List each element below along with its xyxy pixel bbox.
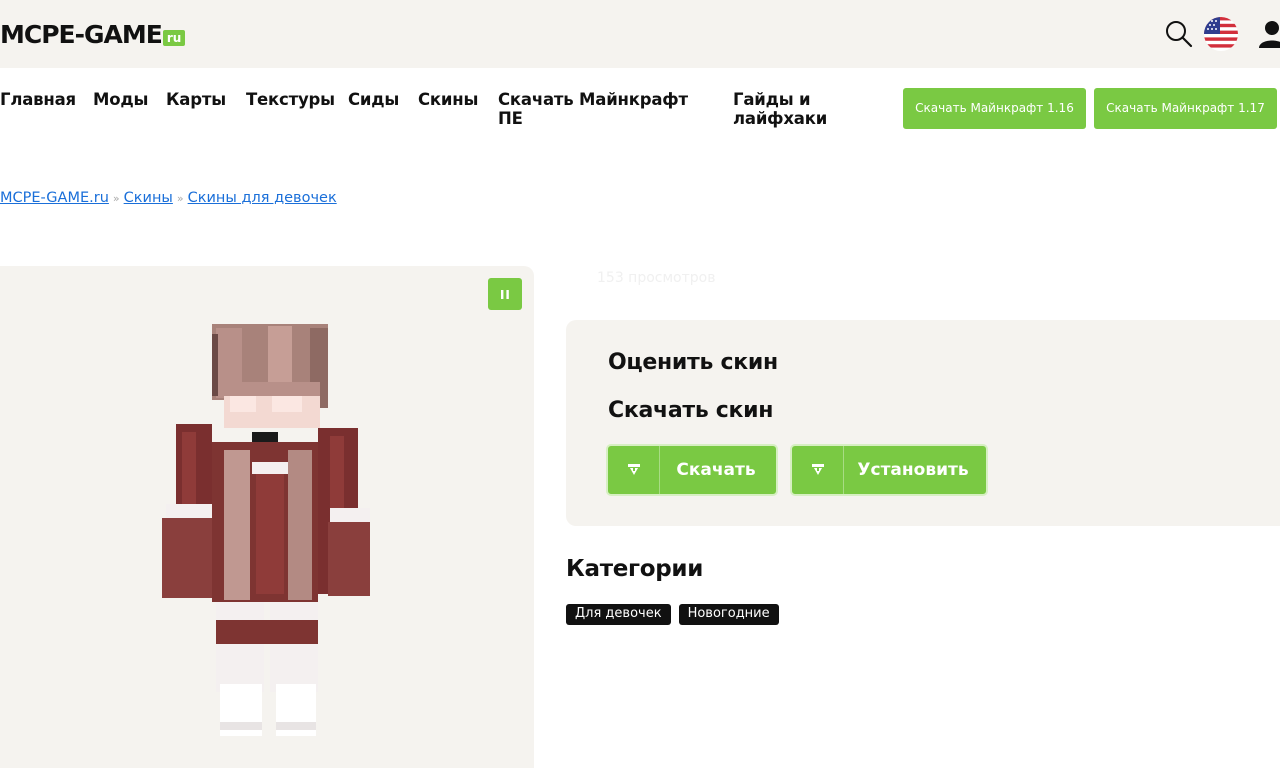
install-button-label: Установить <box>857 460 969 480</box>
nav-item-maps[interactable]: Карты <box>166 90 226 109</box>
nav-item-home[interactable]: Главная <box>0 90 76 109</box>
pause-button[interactable] <box>488 278 522 310</box>
breadcrumb-separator: » <box>176 192 184 205</box>
breadcrumb-home[interactable]: MCPE-GAME.ru <box>0 190 109 206</box>
nav-item-textures[interactable]: Текстуры <box>246 90 335 109</box>
skin-preview-image <box>162 324 370 736</box>
download-icon <box>608 446 660 494</box>
nav-item-mods[interactable]: Моды <box>93 90 148 109</box>
user-icon[interactable] <box>1258 20 1280 48</box>
breadcrumb-category[interactable]: Скины для девочек <box>188 190 337 206</box>
tag-new-year[interactable]: Новогодние <box>678 604 779 625</box>
views-count: 153 просмотров <box>597 270 716 286</box>
skin-viewer[interactable] <box>0 266 534 768</box>
category-tags: Для девочек Новогодние <box>566 604 779 625</box>
download-skin-title: Скачать скин <box>608 398 774 423</box>
us-flag-icon[interactable] <box>1204 17 1238 51</box>
categories-title: Категории <box>566 556 704 582</box>
rate-skin-title: Оценить скин <box>608 350 778 375</box>
nav-item-skins[interactable]: Скины <box>418 90 478 109</box>
breadcrumb-separator: » <box>112 192 120 205</box>
install-skin-button[interactable]: Установить <box>790 444 988 496</box>
download-skin-button[interactable]: Скачать <box>606 444 778 496</box>
site-logo[interactable]: MCPE-GAME ru <box>0 20 186 50</box>
nav-item-seeds[interactable]: Сиды <box>348 90 399 109</box>
download-117-button[interactable]: Скачать Майнкрафт 1.17 <box>1094 88 1277 129</box>
download-button-label: Скачать <box>676 460 756 480</box>
logo-text: MCPE-GAME <box>0 20 163 49</box>
download-icon <box>792 446 844 494</box>
tag-for-girls[interactable]: Для девочек <box>566 604 671 625</box>
breadcrumb: MCPE-GAME.ru» Скины» Скины для девочек <box>0 190 337 206</box>
header-icons <box>1164 14 1280 54</box>
pause-icon <box>501 289 509 299</box>
search-icon[interactable] <box>1164 19 1194 49</box>
nav-item-download-pe[interactable]: Скачать Майнкрафт ПЕ <box>498 90 703 128</box>
breadcrumb-skins[interactable]: Скины <box>124 190 173 206</box>
nav-item-guides[interactable]: Гайды и лайфхаки <box>733 90 843 128</box>
top-bar: MCPE-GAME ru <box>0 0 1280 68</box>
logo-suffix: ru <box>162 30 186 46</box>
download-116-button[interactable]: Скачать Майнкрафт 1.16 <box>903 88 1086 129</box>
rate-download-panel: Оценить скин Скачать скин Скачать Устано… <box>566 320 1280 526</box>
